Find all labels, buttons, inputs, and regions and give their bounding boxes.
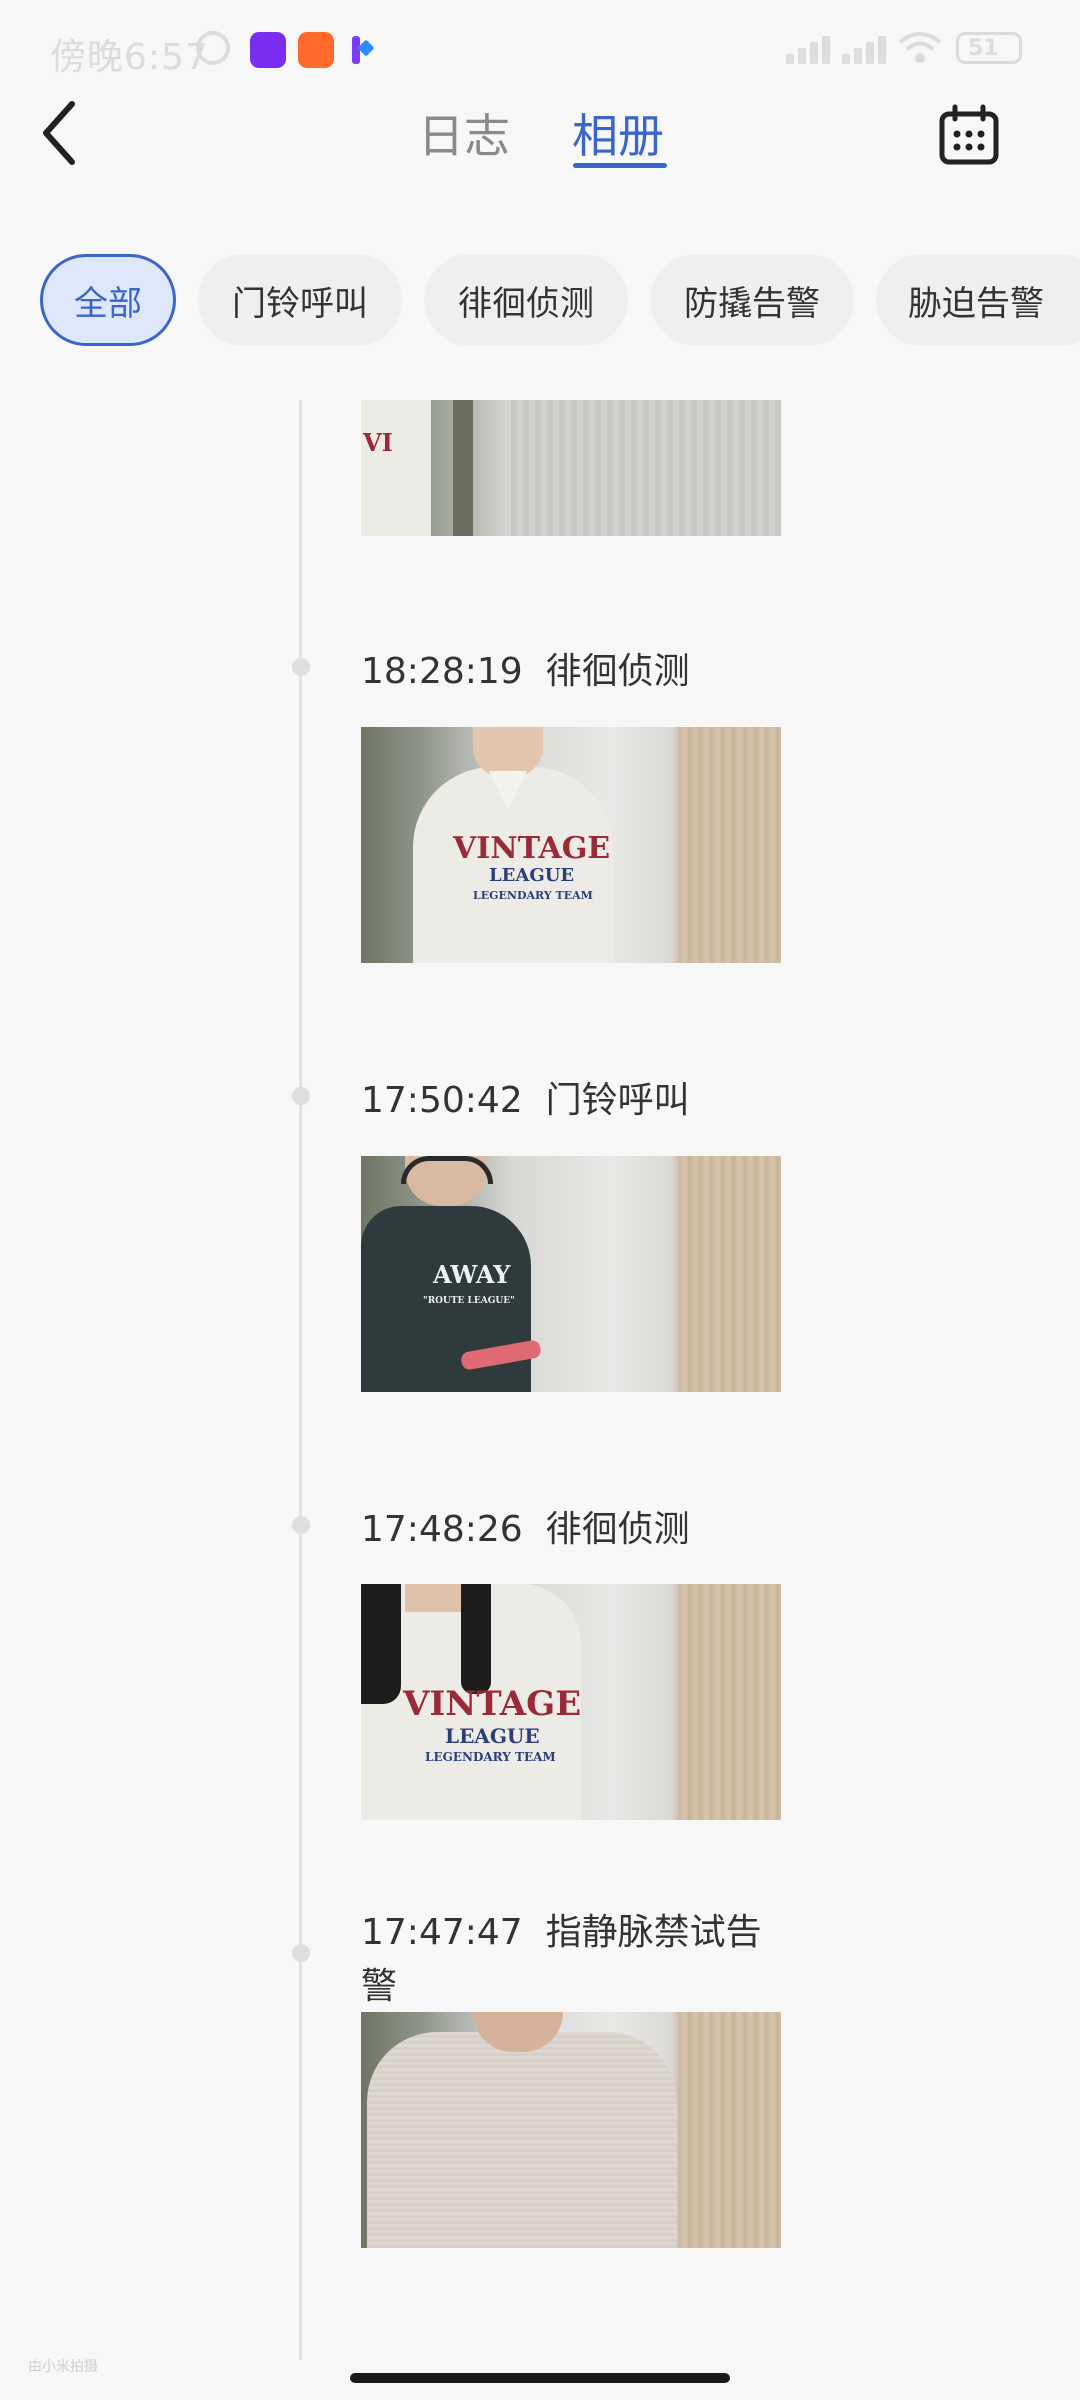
event-time: 17:48:26: [361, 1509, 523, 1550]
active-tab-indicator: [573, 163, 667, 168]
event-label: 17:47:47 指静脉禁试告警: [361, 1906, 781, 2014]
calendar-icon[interactable]: [938, 104, 1000, 166]
event-label: 17:50:42 门铃呼叫: [361, 1074, 781, 1128]
event-time: 17:50:42: [361, 1080, 523, 1121]
tab-album[interactable]: 相册: [572, 100, 664, 166]
app-logo-notification-icon: [350, 32, 374, 68]
event-label: 17:48:26 徘徊侦测: [361, 1503, 781, 1557]
video-app-notification-icon: [298, 32, 334, 68]
event-filter-bar: 全部 门铃呼叫 徘徊侦测 防撬告警 胁迫告警: [0, 254, 1080, 350]
battery-level: 51: [968, 36, 999, 61]
timeline-dot: [292, 1944, 310, 1962]
filter-chip-duress[interactable]: 胁迫告警: [876, 254, 1080, 346]
filter-chip-doorbell[interactable]: 门铃呼叫: [198, 254, 402, 346]
timeline-line: [299, 400, 302, 2360]
event-type: 门铃呼叫: [545, 1080, 690, 1121]
back-arrow-icon[interactable]: [38, 98, 88, 168]
event-time: 18:28:19: [361, 651, 523, 692]
wifi-icon: [898, 32, 942, 63]
timeline-dot: [292, 1516, 310, 1534]
event-type: 徘徊侦测: [545, 1509, 690, 1550]
event-type: 徘徊侦测: [545, 651, 690, 692]
filter-chip-loitering[interactable]: 徘徊侦测: [424, 254, 628, 346]
app-notification-icon: [250, 32, 286, 68]
signal-strength-icon: [786, 36, 846, 64]
timeline-dot: [292, 658, 310, 676]
event-thumbnail[interactable]: VINTAGE LEAGUE LEGENDARY TEAM: [361, 727, 781, 963]
home-indicator[interactable]: [350, 2373, 730, 2383]
event-thumbnail[interactable]: [361, 2012, 781, 2248]
tab-log[interactable]: 日志: [418, 100, 510, 166]
status-time: 傍晚6:57: [50, 37, 209, 78]
timeline-dot: [292, 1087, 310, 1105]
alarm-icon: [196, 31, 230, 65]
event-thumbnail[interactable]: VINTAGE LEAGUE LEGENDARY TEAM: [361, 1584, 781, 1820]
status-bar: 傍晚6:57 51: [0, 0, 1080, 100]
filter-chip-tamper[interactable]: 防撬告警: [650, 254, 854, 346]
event-label: 18:28:19 徘徊侦测: [361, 645, 781, 699]
event-thumbnail[interactable]: AWAY "ROUTE LEAGUE": [361, 1156, 781, 1392]
watermark: 由小米拍摄: [28, 2359, 98, 2375]
signal-strength-icon-2: [842, 36, 902, 64]
battery-icon: 51: [956, 32, 1022, 64]
event-time: 17:47:47: [361, 1912, 523, 1953]
filter-chip-all[interactable]: 全部: [40, 254, 176, 346]
event-thumbnail[interactable]: VI: [361, 400, 781, 536]
